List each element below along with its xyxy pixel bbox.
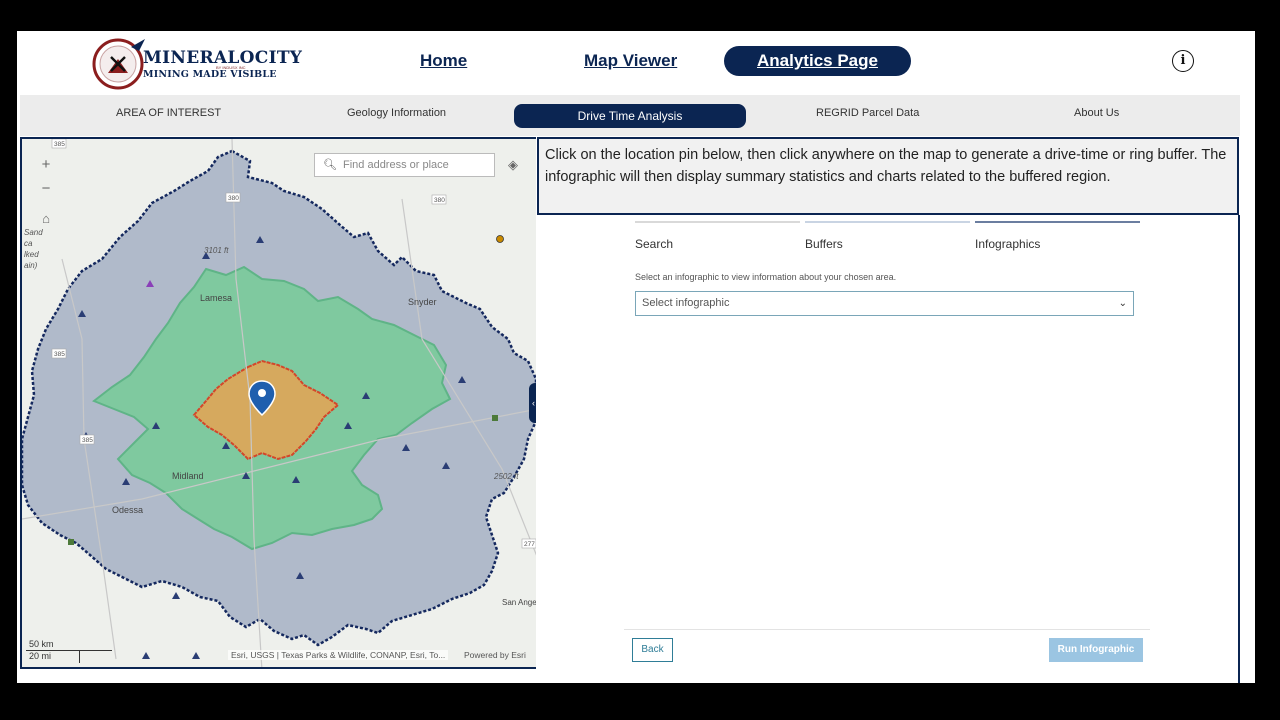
elevation-label-1: 3101 ft — [204, 246, 229, 255]
step-bar — [975, 221, 1140, 223]
map-search-placeholder: Find address or place — [343, 159, 449, 171]
logo-emblem-icon — [92, 38, 145, 90]
step-label: Buffers — [805, 237, 843, 251]
instructions-text: Click on the location pin below, then cl… — [537, 137, 1239, 215]
app-window: MINERALOCITY MINING MADE VISIBLE BY INDU… — [17, 31, 1255, 683]
place-midland: Midland — [172, 471, 204, 481]
step-bar — [805, 221, 970, 223]
place-san-angelo: San Ange — [502, 598, 536, 607]
scale-bar: 50 km 20 mi — [26, 639, 112, 663]
powered-by-esri[interactable]: Powered by Esri — [464, 650, 526, 660]
road-shield-385c: 385 — [82, 437, 93, 444]
tab-area-of-interest[interactable]: AREA OF INTEREST — [116, 107, 221, 119]
place-odessa: Odessa — [112, 505, 143, 515]
collapse-panel-handle[interactable]: ‹ — [529, 383, 536, 423]
infographic-select-value: Select infographic — [642, 297, 730, 309]
elevation-label-2: 2502 ft — [493, 472, 519, 481]
road-shield-380b: 380 — [434, 197, 445, 204]
zoom-controls: + − — [34, 153, 58, 201]
zoom-in-button[interactable]: + — [34, 153, 58, 177]
tab-about-us[interactable]: About Us — [1074, 107, 1119, 119]
layers-icon[interactable]: ◈ — [502, 153, 524, 177]
step-infographics[interactable]: Infographics — [975, 221, 1140, 251]
logo[interactable]: MINERALOCITY MINING MADE VISIBLE BY INDU… — [91, 37, 302, 91]
logo-small-text: BY INDUSX INC — [216, 65, 246, 70]
step-label: Search — [635, 237, 674, 251]
logo-text: MINERALOCITY MINING MADE VISIBLE — [143, 48, 302, 80]
zoom-out-button[interactable]: − — [34, 177, 58, 201]
map-canvas[interactable]: Lamesa Snyder Midland Odessa San Ange 31… — [22, 139, 536, 669]
nav-analytics-page[interactable]: Analytics Page — [724, 46, 911, 76]
tab-drive-time-analysis[interactable]: Drive Time Analysis — [514, 104, 746, 128]
scale-km: 50 km — [26, 639, 112, 651]
step-bar — [635, 221, 800, 223]
tab-geology-information[interactable]: Geology Information — [347, 107, 446, 119]
step-indicator: Search Buffers Infographics — [635, 221, 1141, 261]
nav-home[interactable]: Home — [420, 51, 467, 71]
tab-regrid-parcel-data[interactable]: REGRID Parcel Data — [816, 107, 919, 119]
logo-tagline: MINING MADE VISIBLE — [143, 69, 277, 80]
step-buffers[interactable]: Buffers — [805, 221, 970, 251]
home-icon[interactable]: ⌂ — [34, 207, 58, 231]
info-icon[interactable]: i — [1172, 50, 1194, 72]
panel-border — [1238, 215, 1240, 683]
chevron-down-icon: ⌄ — [1118, 298, 1127, 309]
scale-mi: 20 mi — [26, 651, 80, 663]
map-view[interactable]: Lamesa Snyder Midland Odessa San Ange 31… — [20, 137, 536, 669]
road-shield-385b: 385 — [54, 351, 65, 358]
section-tabs: AREA OF INTEREST Geology Information Dri… — [20, 95, 1240, 136]
header: MINERALOCITY MINING MADE VISIBLE BY INDU… — [17, 31, 1255, 95]
infographic-hint: Select an infographic to view informatio… — [635, 272, 897, 282]
run-infographic-button[interactable]: Run Infographic — [1049, 638, 1143, 662]
place-lamesa: Lamesa — [200, 293, 232, 303]
place-snyder: Snyder — [408, 297, 437, 307]
back-button[interactable]: Back — [632, 638, 673, 662]
search-icon: 🔍︎ — [323, 159, 337, 171]
road-shield-385a: 385 — [54, 141, 65, 148]
road-shield-277: 277 — [524, 541, 535, 548]
map-attribution[interactable]: Esri, USGS | Texas Parks & Wildlife, CON… — [228, 650, 449, 660]
step-label: Infographics — [975, 237, 1041, 251]
infographic-select[interactable]: Select infographic ⌄ — [635, 291, 1134, 316]
nav-map-viewer[interactable]: Map Viewer — [584, 51, 677, 71]
step-search[interactable]: Search — [635, 221, 800, 251]
map-search-input[interactable]: 🔍︎ Find address or place — [314, 153, 495, 177]
road-shield-380a: 380 — [228, 195, 239, 202]
footer-divider — [624, 629, 1150, 630]
